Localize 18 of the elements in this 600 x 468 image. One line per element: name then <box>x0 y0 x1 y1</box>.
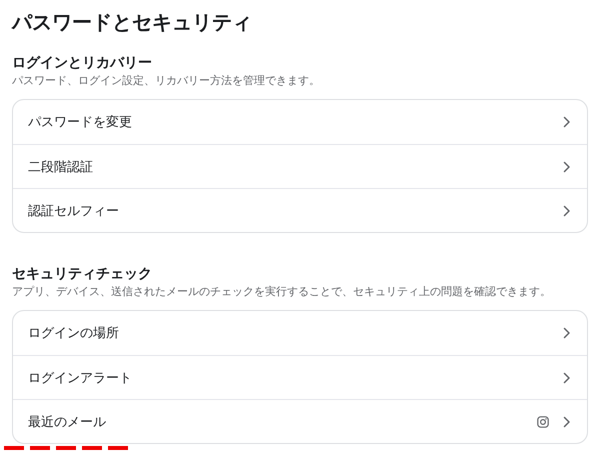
chevron-right-icon <box>563 116 571 128</box>
settings-row[interactable]: ログインアラート <box>13 355 587 399</box>
chevron-right-icon <box>563 416 571 428</box>
chevron-right-icon <box>563 372 571 384</box>
settings-row[interactable]: 二段階認証 <box>13 144 587 188</box>
chevron-right-icon <box>563 160 571 172</box>
section-heading: ログインとリカバリー <box>12 53 153 72</box>
page-title: パスワードとセキュリティ <box>12 11 253 36</box>
settings-row[interactable]: ログインの場所 <box>13 311 587 355</box>
section-description: パスワード、ログイン設定、リカバリー方法を管理できます。 <box>12 74 321 89</box>
chevron-right-icon <box>563 204 571 216</box>
settings-row[interactable]: 認証セルフィー <box>13 188 587 232</box>
section-heading: セキュリティチェック <box>12 264 153 283</box>
section-description: アプリ、デバイス、送信されたメールのチェックを実行することで、セキュリティ上の問題を確認できます。 <box>12 284 552 300</box>
settings-row[interactable]: 最近のメール <box>13 399 587 443</box>
chevron-right-icon <box>563 327 571 339</box>
instagram-icon <box>537 416 549 428</box>
settings-row[interactable]: パスワードを変更 <box>13 100 587 144</box>
